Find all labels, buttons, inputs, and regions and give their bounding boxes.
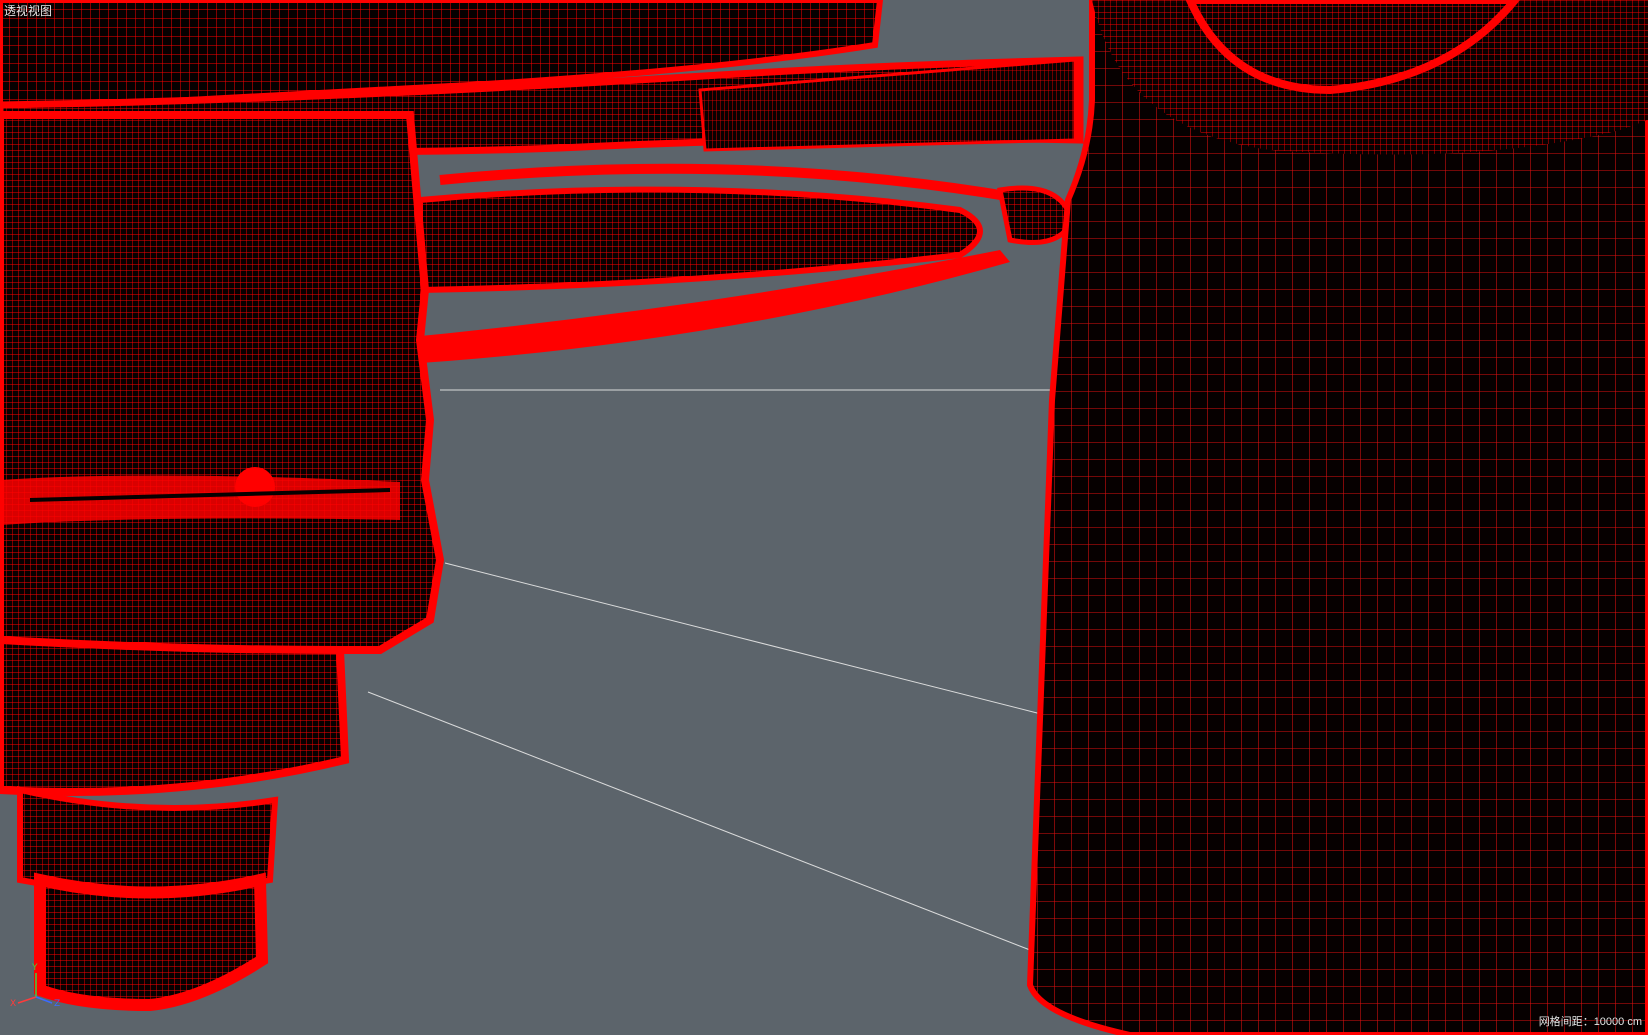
grid-spacing-label: 网格间距 [1538,1016,1583,1028]
axis-gizmo: Y X Z [8,963,68,1013]
axis-x-label: X [10,999,17,1009]
grid-spacing-value: 10000 cm [1593,1016,1642,1028]
left-column-mesh [0,111,445,1012]
axis-y-label: Y [32,963,38,973]
perspective-viewport[interactable]: 透视视图 Y X Z 网格间距：10000 cm [0,0,1648,1035]
right-block-mesh [1026,0,1648,1035]
viewport-name-label[interactable]: 透视视图 [4,2,52,19]
wireframe-scene[interactable] [0,0,1648,1035]
grid-spacing-readout: 网格间距：10000 cm [1539,1013,1642,1029]
guide-lines [367,389,1062,951]
grid-spacing-separator: ： [1582,1016,1594,1028]
axis-z-label: Z [54,999,61,1009]
